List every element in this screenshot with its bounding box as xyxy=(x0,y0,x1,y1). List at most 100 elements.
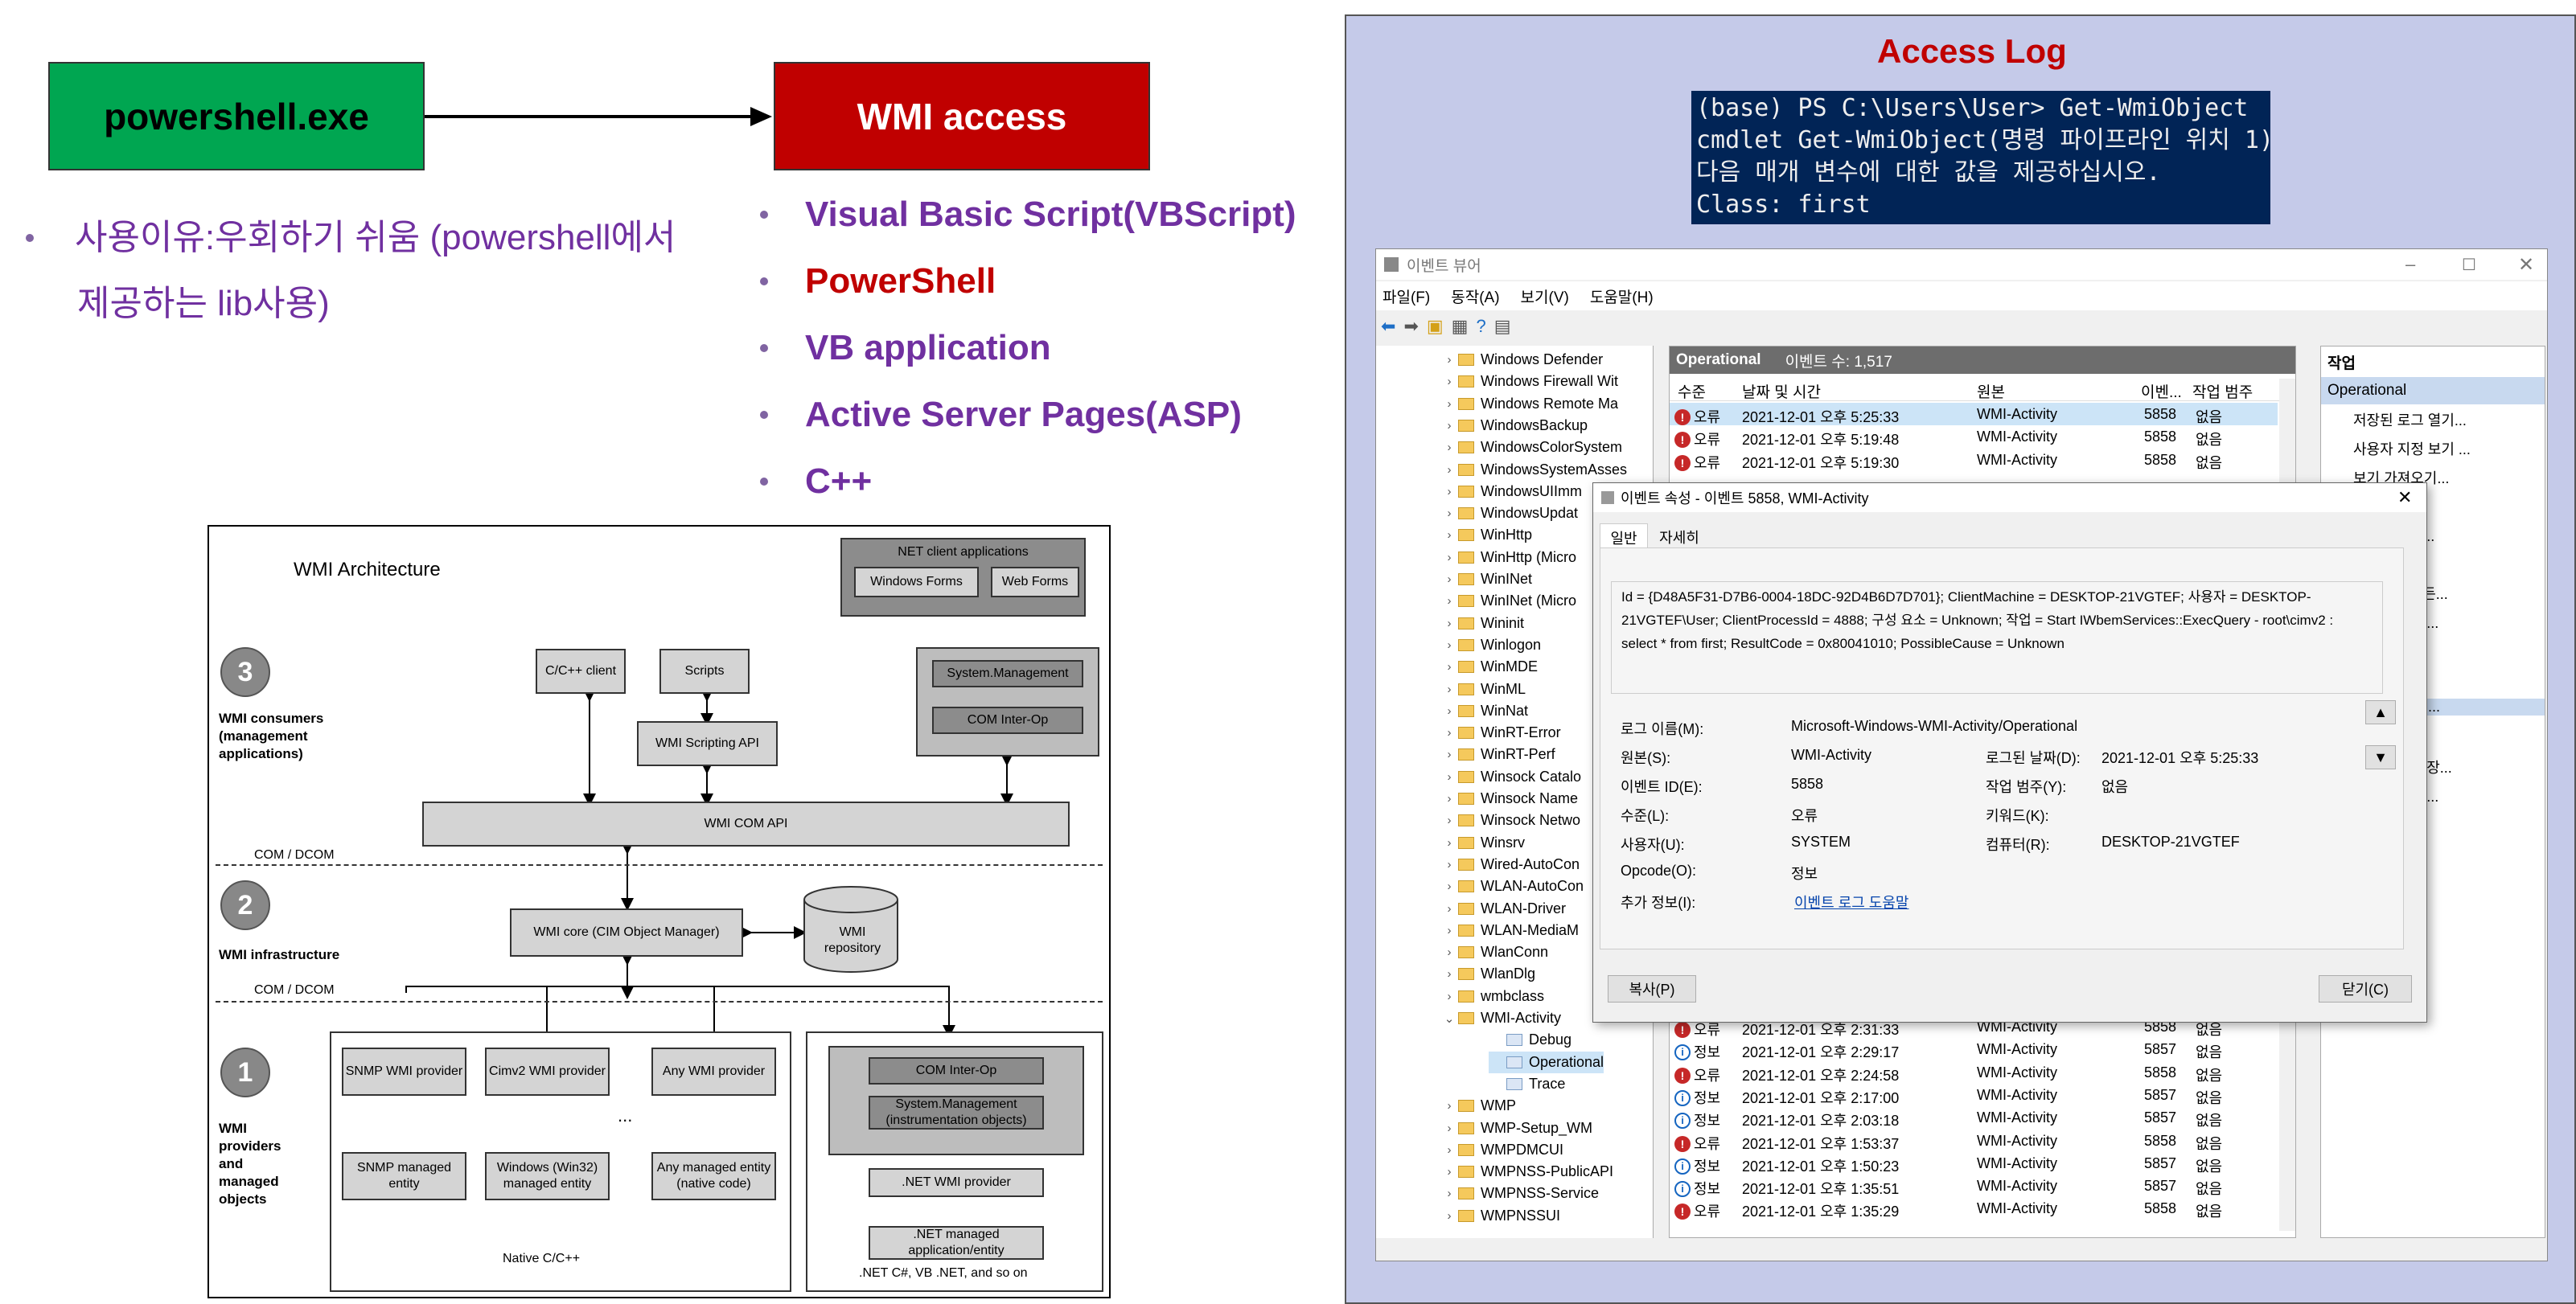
chevron-icon[interactable]: › xyxy=(1440,1122,1458,1135)
chevron-icon[interactable]: › xyxy=(1440,419,1458,433)
chevron-icon[interactable]: › xyxy=(1440,945,1458,959)
tree-item[interactable]: › Windows Remote Ma xyxy=(1440,393,1619,415)
tree-item[interactable]: › Windows Firewall Wit xyxy=(1440,371,1619,392)
chevron-icon[interactable]: › xyxy=(1440,551,1458,564)
chevron-icon[interactable]: › xyxy=(1440,528,1458,542)
tree-item[interactable]: › WlanDlg xyxy=(1440,963,1536,985)
close-icon[interactable]: ✕ xyxy=(2518,253,2534,277)
chevron-icon[interactable]: › xyxy=(1440,1209,1458,1223)
tree-item[interactable]: Trace xyxy=(1489,1073,1565,1095)
tree-item[interactable]: › wmbclass xyxy=(1440,986,1545,1007)
chevron-icon[interactable]: › xyxy=(1440,748,1458,761)
menu-view[interactable]: 보기(V) xyxy=(1521,285,1569,307)
action-item[interactable]: 저장된 로그 열기... xyxy=(2353,409,2467,430)
chevron-icon[interactable]: › xyxy=(1440,990,1458,1003)
chevron-icon[interactable]: › xyxy=(1440,726,1458,740)
event-row[interactable]: ! 오류 2021-12-01 오후 1:53:37 WMI-Activity 5858… xyxy=(1670,1130,2278,1152)
tree-item[interactable]: › WLAN-AutoCon xyxy=(1440,875,1584,897)
menu-action[interactable]: 동작(A) xyxy=(1451,285,1499,307)
chevron-icon[interactable]: › xyxy=(1440,638,1458,652)
event-row[interactable]: i 정보 2021-12-01 오후 1:50:23 WMI-Activity 5857… xyxy=(1670,1152,2278,1175)
tree-item[interactable]: › WinML xyxy=(1440,679,1526,700)
chevron-icon[interactable]: › xyxy=(1440,770,1458,784)
tree-item[interactable]: › Winsock Name xyxy=(1440,788,1579,810)
tree-item[interactable]: › WinNat xyxy=(1440,700,1529,722)
chevron-icon[interactable]: › xyxy=(1440,902,1458,916)
chevron-icon[interactable]: › xyxy=(1440,880,1458,893)
close-button[interactable]: 닫기(C) xyxy=(2319,975,2412,1003)
tree-item[interactable]: › Wininit xyxy=(1440,613,1525,634)
chevron-icon[interactable]: › xyxy=(1440,836,1458,850)
tree-item[interactable]: › WindowsColorSystem xyxy=(1440,437,1623,458)
tree-item[interactable]: › WMPDMCUI xyxy=(1440,1139,1563,1161)
tree-item[interactable]: › WindowsBackup xyxy=(1440,415,1588,437)
event-row[interactable]: i 정보 2021-12-01 오후 2:03:18 WMI-Activity 5857… xyxy=(1670,1106,2278,1130)
chevron-icon[interactable]: › xyxy=(1440,792,1458,806)
menu-help[interactable]: 도움말(H) xyxy=(1590,285,1654,307)
chevron-icon[interactable]: › xyxy=(1440,353,1458,367)
folder-icon[interactable]: ▣ xyxy=(1427,316,1444,337)
tree-item[interactable]: › Wired-AutoCon xyxy=(1440,854,1580,875)
tree-item[interactable]: › WMP-Setup_WM xyxy=(1440,1117,1593,1139)
chevron-icon[interactable]: › xyxy=(1440,704,1458,718)
chevron-icon[interactable]: › xyxy=(1440,924,1458,937)
tree-item[interactable]: › WinINet (Micro xyxy=(1440,590,1577,612)
tab-general[interactable]: 일반 xyxy=(1600,523,1648,547)
dialog-close-icon[interactable]: ✕ xyxy=(2397,487,2412,508)
chevron-icon[interactable]: ⌄ xyxy=(1440,1011,1458,1026)
event-row[interactable]: i 정보 2021-12-01 오후 1:35:51 WMI-Activity 5857… xyxy=(1670,1175,2278,1198)
chevron-icon[interactable]: › xyxy=(1440,1165,1458,1179)
tree-item[interactable]: › WinRT-Error xyxy=(1440,722,1561,744)
column-header[interactable]: 수준 xyxy=(1678,380,1706,402)
maximize-icon[interactable]: ☐ xyxy=(2462,255,2476,275)
copy-button[interactable]: 복사(P) xyxy=(1608,975,1696,1003)
event-row[interactable]: ! 오류 2021-12-01 오후 2:24:58 WMI-Activity 5858… xyxy=(1670,1061,2278,1084)
event-row[interactable]: i 정보 2021-12-01 오후 2:17:00 WMI-Activity 5857… xyxy=(1670,1084,2278,1106)
chevron-icon[interactable]: › xyxy=(1440,572,1458,586)
chevron-icon[interactable]: › xyxy=(1440,1143,1458,1157)
prev-event-button[interactable]: ▲ xyxy=(2365,700,2396,724)
tree-item[interactable]: › WMPNSSUI xyxy=(1440,1205,1561,1227)
forward-icon[interactable]: ➡ xyxy=(1403,316,1418,337)
event-log-help-link[interactable]: 이벤트 로그 도움말 xyxy=(1794,892,1908,912)
chevron-icon[interactable]: › xyxy=(1440,660,1458,674)
tree-item[interactable]: ⌄ WMI-Activity xyxy=(1440,1007,1561,1029)
tree-item[interactable]: › Winsock Netwo xyxy=(1440,810,1581,831)
chevron-icon[interactable]: › xyxy=(1440,397,1458,411)
tree-item[interactable]: › WLAN-Driver xyxy=(1440,898,1567,920)
tree-item[interactable]: › WinINet xyxy=(1440,568,1533,590)
tree-item[interactable]: › WinRT-Perf xyxy=(1440,744,1555,765)
action-item[interactable]: 사용자 지정 보기 ... xyxy=(2353,438,2471,459)
chevron-icon[interactable]: › xyxy=(1440,1099,1458,1113)
next-event-button[interactable]: ▼ xyxy=(2365,745,2396,769)
tree-item[interactable]: Operational xyxy=(1489,1051,1604,1073)
event-row[interactable]: ! 오류 2021-12-01 오후 5:19:30 WMI-Activity 5858… xyxy=(1670,449,2278,471)
chevron-icon[interactable]: › xyxy=(1440,858,1458,871)
tree-item[interactable]: › Winsock Catalo xyxy=(1440,766,1582,788)
tree-item[interactable]: › Windows Defender xyxy=(1440,349,1604,371)
tree-item[interactable]: › WinMDE xyxy=(1440,656,1539,678)
panel-icon[interactable]: ▤ xyxy=(1494,316,1511,337)
tree-item[interactable]: › WLAN-MediaM xyxy=(1440,920,1580,941)
column-header[interactable]: 날짜 및 시간 xyxy=(1742,380,1821,402)
back-icon[interactable]: ⬅ xyxy=(1381,316,1395,337)
chevron-icon[interactable]: › xyxy=(1440,814,1458,827)
tree-item[interactable]: › WMP xyxy=(1440,1095,1517,1117)
event-message[interactable]: Id = {D48A5F31-D7B6-0004-18DC-92D4B6D7D7… xyxy=(1611,581,2383,694)
chevron-icon[interactable]: › xyxy=(1440,441,1458,454)
tree-item[interactable]: › Winlogon xyxy=(1440,634,1542,656)
column-header[interactable]: 원본 xyxy=(1977,380,2005,402)
chevron-icon[interactable]: › xyxy=(1440,375,1458,388)
chevron-icon[interactable]: › xyxy=(1440,594,1458,608)
tree-item[interactable]: › WindowsSystemAsses xyxy=(1440,459,1628,481)
tree-item[interactable]: › WindowsUIImm xyxy=(1440,481,1583,502)
chevron-icon[interactable]: › xyxy=(1440,485,1458,498)
tree-item[interactable]: › WinHttp (Micro xyxy=(1440,547,1577,568)
minimize-icon[interactable]: – xyxy=(2405,254,2415,275)
event-row[interactable]: ! 오류 2021-12-01 오후 1:35:29 WMI-Activity 5858… xyxy=(1670,1197,2278,1220)
chevron-icon[interactable]: › xyxy=(1440,463,1458,477)
tree-item[interactable]: › WinHttp xyxy=(1440,524,1533,546)
tree-item[interactable]: › Winsrv xyxy=(1440,832,1526,854)
chevron-icon[interactable]: › xyxy=(1440,967,1458,981)
tree-item[interactable]: Debug xyxy=(1489,1029,1571,1051)
